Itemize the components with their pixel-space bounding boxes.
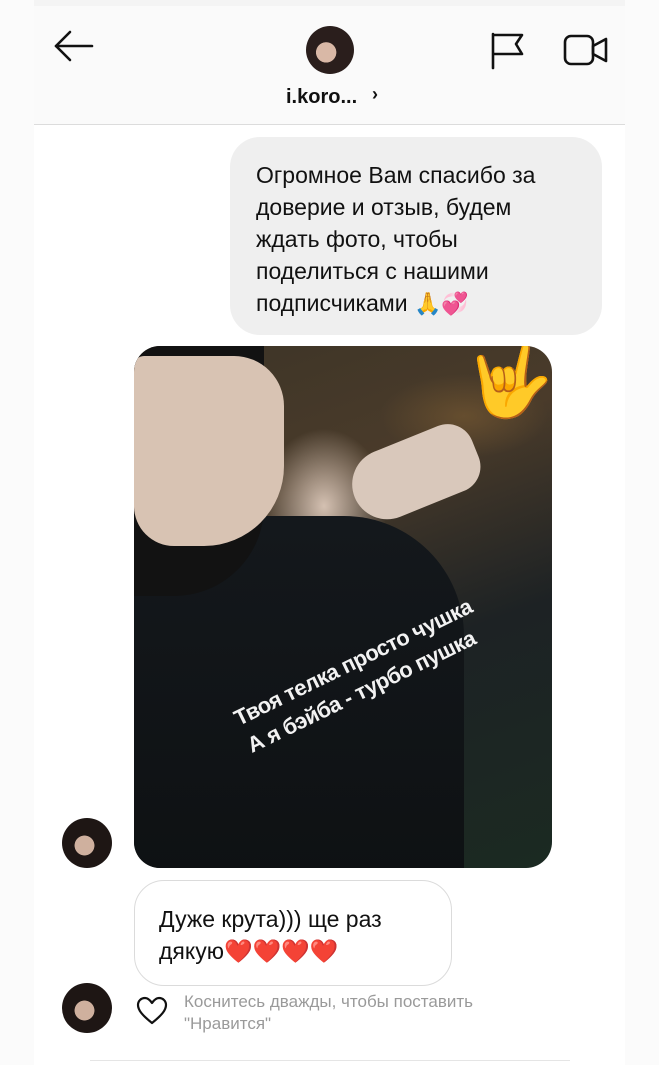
photo-face	[134, 356, 284, 546]
right-margin	[625, 0, 659, 1065]
shared-photo[interactable]: Твоя телка просто чушка А я бэйба - турб…	[134, 346, 552, 868]
chevron-right-icon[interactable]: ›	[372, 84, 378, 105]
flag-icon[interactable]	[488, 30, 528, 70]
video-camera-icon[interactable]	[562, 32, 610, 68]
sender-avatar[interactable]	[62, 983, 112, 1033]
header-avatar[interactable]	[306, 26, 354, 74]
heart-icon[interactable]	[136, 996, 168, 1026]
back-arrow-icon[interactable]	[52, 28, 96, 64]
hearts-emoji: ❤️❤️❤️❤️	[223, 938, 339, 964]
left-margin	[0, 0, 34, 1065]
outgoing-message-bubble[interactable]: Огромное Вам спасибо за доверие и отзыв,…	[230, 137, 602, 335]
divider	[90, 1060, 570, 1061]
incoming-message-bubble[interactable]: Дуже крута))) ще раз дякую❤️❤️❤️❤️	[134, 880, 452, 986]
double-tap-like-hint: Коснитесь дважды, чтобы поставить "Нрави…	[184, 992, 474, 1033]
pray-hearts-emoji: 🙏💞	[413, 291, 469, 316]
sender-avatar[interactable]	[62, 818, 112, 868]
chat-header: i.koro... ›	[34, 6, 625, 125]
rock-hand-sticker: 🤟	[466, 346, 552, 420]
outgoing-message-text: Огромное Вам спасибо за доверие и отзыв,…	[256, 162, 536, 316]
photo-hand	[341, 416, 489, 530]
chat-username[interactable]: i.koro...	[286, 86, 357, 109]
